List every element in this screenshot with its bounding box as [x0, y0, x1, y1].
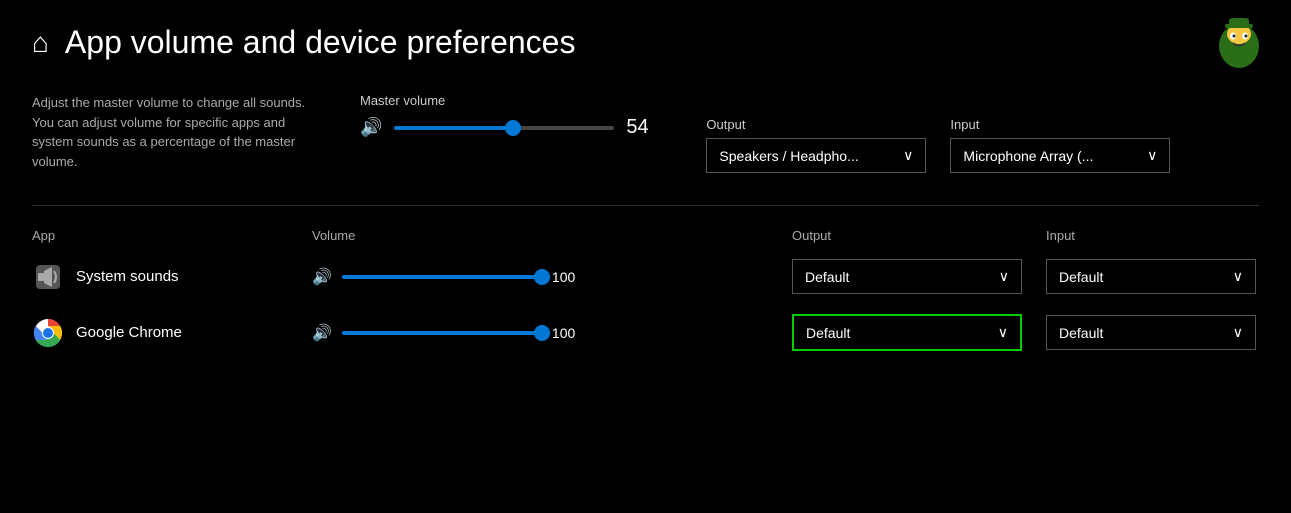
master-volume-row: 🔊 54 [360, 116, 658, 139]
page-title: App volume and device preferences [65, 24, 576, 61]
master-volume-value: 54 [626, 116, 658, 139]
output-dropdown[interactable]: Speakers / Headpho... ∨ [706, 138, 926, 173]
system-sounds-volume-cell: 🔊 100 [312, 267, 592, 287]
system-sounds-input-chevron: ∨ [1233, 268, 1243, 285]
chrome-output-text: Default [806, 325, 850, 341]
col-header-app: App [32, 228, 312, 243]
chrome-output-dropdown[interactable]: Default ∨ [792, 314, 1022, 351]
home-icon[interactable]: ⌂ [32, 27, 49, 59]
system-sounds-input-text: Default [1059, 269, 1103, 285]
master-volume-label: Master volume [360, 93, 658, 108]
input-dropdown[interactable]: Microphone Array (... ∨ [950, 138, 1170, 173]
system-sounds-speaker-icon: 🔊 [312, 267, 332, 287]
system-sounds-input-dropdown[interactable]: Default ∨ [1046, 259, 1256, 294]
master-description: Adjust the master volume to change all s… [32, 93, 312, 171]
table-row: Google Chrome 🔊 100 Default ∨ Default ∨ [32, 304, 1259, 361]
speaker-icon: 🔊 [360, 117, 382, 138]
system-sounds-icon [32, 261, 64, 293]
col-header-input: Input [1046, 228, 1256, 243]
system-sounds-input-cell: Default ∨ [1046, 259, 1256, 294]
col-header-output: Output [792, 228, 1022, 243]
system-sounds-output-cell: Default ∨ [792, 259, 1022, 294]
chrome-icon [32, 317, 64, 349]
input-device-group: Input Microphone Array (... ∨ [950, 117, 1170, 173]
app-table-header: App Volume Output Input [32, 222, 1259, 249]
chrome-output-chevron: ∨ [998, 324, 1008, 341]
input-dropdown-text: Microphone Array (... [963, 148, 1135, 164]
output-label: Output [706, 117, 926, 132]
divider [32, 205, 1259, 206]
master-volume-slider[interactable] [394, 126, 614, 130]
output-device-group: Output Speakers / Headpho... ∨ [706, 117, 926, 173]
system-sounds-output-chevron: ∨ [999, 268, 1009, 285]
chrome-speaker-icon: 🔊 [312, 323, 332, 343]
mascot [1211, 16, 1267, 72]
page-header: ⌂ App volume and device preferences [32, 24, 1259, 61]
system-sounds-label: System sounds [76, 268, 179, 285]
table-row: System sounds 🔊 100 Default ∨ Default ∨ [32, 249, 1259, 304]
chrome-input-text: Default [1059, 325, 1103, 341]
chrome-app-cell: Google Chrome [32, 317, 312, 349]
chrome-input-chevron: ∨ [1233, 324, 1243, 341]
input-label: Input [950, 117, 1170, 132]
chrome-volume-val: 100 [552, 325, 580, 341]
chrome-volume-cell: 🔊 100 [312, 323, 592, 343]
output-dropdown-text: Speakers / Headpho... [719, 148, 891, 164]
col-header-volume: Volume [312, 228, 592, 243]
chrome-input-cell: Default ∨ [1046, 315, 1256, 350]
system-sounds-app-cell: System sounds [32, 261, 312, 293]
system-sounds-volume-val: 100 [552, 269, 580, 285]
output-chevron-icon: ∨ [903, 147, 913, 164]
master-section: Adjust the master volume to change all s… [32, 93, 1259, 173]
input-chevron-icon: ∨ [1147, 147, 1157, 164]
settings-page: ⌂ App volume and device preferences Adju… [0, 0, 1291, 385]
system-sounds-output-dropdown[interactable]: Default ∨ [792, 259, 1022, 294]
chrome-input-dropdown[interactable]: Default ∨ [1046, 315, 1256, 350]
chrome-output-cell: Default ∨ [792, 314, 1022, 351]
chrome-label: Google Chrome [76, 324, 182, 341]
system-sounds-slider[interactable] [342, 275, 542, 279]
system-sounds-output-text: Default [805, 269, 849, 285]
chrome-slider[interactable] [342, 331, 542, 335]
